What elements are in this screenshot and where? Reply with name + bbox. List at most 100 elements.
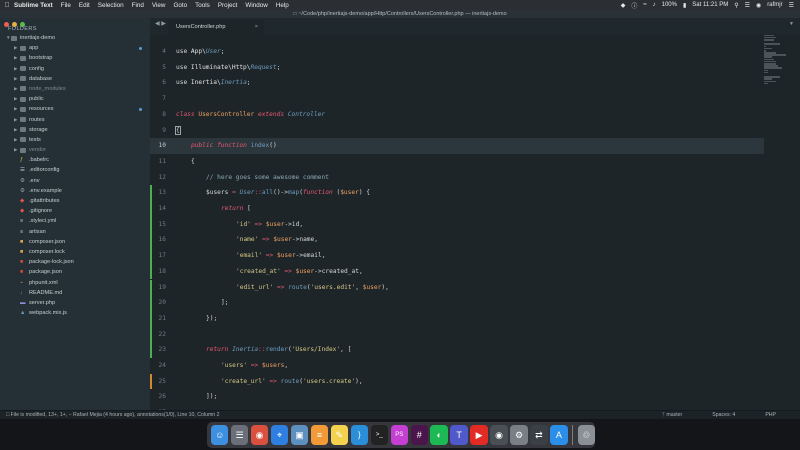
code-line[interactable]: 11 { (150, 154, 764, 170)
chevron-right-icon[interactable]: ▶ (14, 104, 17, 114)
code-editor[interactable]: 4 use App\User; 5 use Illuminate\Http\Reque… (150, 34, 800, 410)
code-line[interactable]: 4 use App\User; (150, 44, 764, 60)
tab-users-controller[interactable]: UsersController.php × (168, 20, 264, 34)
file-item[interactable]: ■ package-lock.json (0, 257, 150, 267)
folder-item[interactable]: ▶ config (0, 64, 150, 74)
code-line[interactable]: 14 return [ (150, 201, 764, 217)
folder-item[interactable]: ▶ vendor (0, 145, 150, 155)
file-item[interactable]: ■ composer.lock (0, 247, 150, 257)
menu-tools[interactable]: Tools (195, 2, 210, 9)
file-item[interactable]: ƒ .babelrc (0, 155, 150, 165)
finder-icon[interactable]: ☺ (211, 425, 229, 445)
teams-icon[interactable]: T (450, 425, 468, 445)
battery-icon[interactable]: ▮ (683, 2, 686, 9)
app-store-icon[interactable]: A (550, 425, 568, 445)
code-line[interactable]: 8 class UsersController extends Controlle… (150, 107, 764, 123)
wifi-icon[interactable]: ≈ (643, 2, 646, 8)
menu-view[interactable]: View (152, 2, 166, 9)
chevron-right-icon[interactable]: ▶ (14, 84, 17, 94)
folder-item[interactable]: ▶ tests (0, 135, 150, 145)
menu-goto[interactable]: Goto (173, 2, 187, 9)
folder-item[interactable]: ▶ database (0, 74, 150, 84)
file-item[interactable]: ▬ server.php (0, 298, 150, 308)
file-item[interactable]: ↓ README.md (0, 288, 150, 298)
trash-icon[interactable]: ♲ (577, 425, 595, 445)
menu-selection[interactable]: Selection (98, 2, 124, 9)
menu-sublime-text[interactable]: Sublime Text (14, 2, 53, 9)
code-line[interactable]: 21}); (150, 310, 764, 327)
launchpad-icon[interactable]: ☰ (230, 425, 249, 445)
chevron-right-icon[interactable]: ▶ (14, 115, 17, 125)
code-line[interactable]: 24 'users' => $users, (150, 358, 764, 374)
vscode-icon[interactable]: ⟩ (350, 425, 369, 445)
tab-dropdown-icon[interactable]: ▼ (789, 21, 794, 27)
file-item[interactable]: ☰ .editorconfig (0, 165, 150, 175)
folder-item[interactable]: ▶ storage (0, 125, 150, 135)
file-item[interactable]: ≡ artisan (0, 227, 150, 237)
code-line[interactable]: 13 $users = User::all()->map(function ($u… (150, 185, 764, 201)
info-icon[interactable]: ⓘ (631, 1, 637, 10)
code-line[interactable]: 17 'email' => $user->email, (150, 248, 764, 264)
code-line[interactable]: 5 use Illuminate\Http\Request; (150, 60, 764, 76)
chevron-right-icon[interactable]: ▶ (14, 135, 17, 145)
terminal-icon[interactable]: >_ (370, 425, 388, 445)
activity-monitor-icon[interactable]: ◉ (490, 425, 508, 445)
slack-icon[interactable]: # (410, 425, 428, 445)
close-icon[interactable]: × (255, 20, 258, 34)
folder-item[interactable]: ▶ public (0, 94, 150, 104)
apple-icon[interactable]:  (0, 2, 14, 9)
code-line[interactable]: 12 // here goes some awesome comment (150, 170, 764, 186)
clock[interactable]: Sat 11:21 PM (692, 2, 728, 8)
spotify-icon[interactable]: ◐ (430, 425, 448, 445)
folder-item[interactable]: ▶ resources (0, 104, 150, 114)
sublime-text-icon[interactable]: ≡ (310, 425, 329, 445)
file-item[interactable]: ⌁ phpunit.xml (0, 278, 150, 288)
menu-edit[interactable]: Edit (79, 2, 90, 9)
menu-find[interactable]: Find (132, 2, 144, 9)
chevron-right-icon[interactable]: ▶ (14, 43, 17, 53)
code-line[interactable]: 26]); (150, 389, 764, 405)
file-item[interactable]: ■ composer.json (0, 237, 150, 247)
file-item[interactable]: ◆ .gitignore (0, 206, 150, 216)
battery-percent[interactable]: 100% (662, 2, 677, 8)
notes-icon[interactable]: ✎ (330, 425, 349, 445)
chevron-right-icon[interactable]: ▶ (14, 145, 17, 155)
tab-nav-arrows-icon[interactable]: ◀ ▶ (155, 20, 166, 27)
code-line[interactable]: 9{ (150, 123, 764, 139)
code-line[interactable]: 18 'created_at' => $user->created_at, (150, 263, 764, 280)
chevron-right-icon[interactable]: ▶ (14, 94, 17, 104)
file-item[interactable]: ⚙ .env.example (0, 186, 150, 196)
file-item[interactable]: ■ package.json (0, 267, 150, 277)
minimap[interactable] (764, 34, 800, 85)
folder-root[interactable]: ▼ inertiajs-demo (0, 33, 150, 43)
chevron-down-icon[interactable]: ▼ (6, 33, 10, 43)
menu-help[interactable]: Help (276, 2, 289, 9)
code-line[interactable]: 22 (150, 326, 764, 343)
code-line[interactable]: 15 'id' => $user->id, (150, 216, 764, 233)
folder-item[interactable]: ▶ routes (0, 115, 150, 125)
menu-project[interactable]: Project (218, 2, 238, 9)
chevron-right-icon[interactable]: ▶ (14, 125, 17, 135)
code-line[interactable]: 10 public function index() (150, 138, 764, 154)
dropbox-icon[interactable]: ◆ (621, 2, 626, 9)
menu-window[interactable]: Window (245, 2, 267, 9)
code-line[interactable]: 6 use Inertia\Inertia; (150, 75, 764, 91)
code-line[interactable]: 20]; (150, 295, 764, 311)
list-icon[interactable]: ☰ (745, 2, 750, 9)
chevron-right-icon[interactable]: ▶ (14, 53, 17, 63)
panel-toggle-icon[interactable]: □ (6, 412, 9, 418)
chrome-icon[interactable]: ◉ (250, 425, 269, 445)
code-line[interactable]: 19 'edit_url' => route('users.edit', $use… (150, 279, 764, 296)
preview-icon[interactable]: ▣ (290, 425, 309, 445)
chevron-right-icon[interactable]: ▶ (14, 64, 17, 74)
search-icon[interactable]: ⚲ (734, 2, 738, 9)
youtube-icon[interactable]: ▶ (470, 425, 488, 445)
code-line[interactable]: 23 return Inertia::render('Users/Index', … (150, 342, 764, 358)
folder-item[interactable]: ▶ app (0, 43, 150, 53)
code-line[interactable]: 7 (150, 91, 764, 107)
file-item[interactable]: ◆ .gitattributes (0, 196, 150, 206)
code-line[interactable]: 16 'name' => $user->name, (150, 232, 764, 249)
file-item[interactable]: ⚙ .env (0, 176, 150, 186)
file-item[interactable]: ≡ .styleci.yml (0, 216, 150, 226)
system-preferences-icon[interactable]: ⚙ (510, 425, 528, 445)
